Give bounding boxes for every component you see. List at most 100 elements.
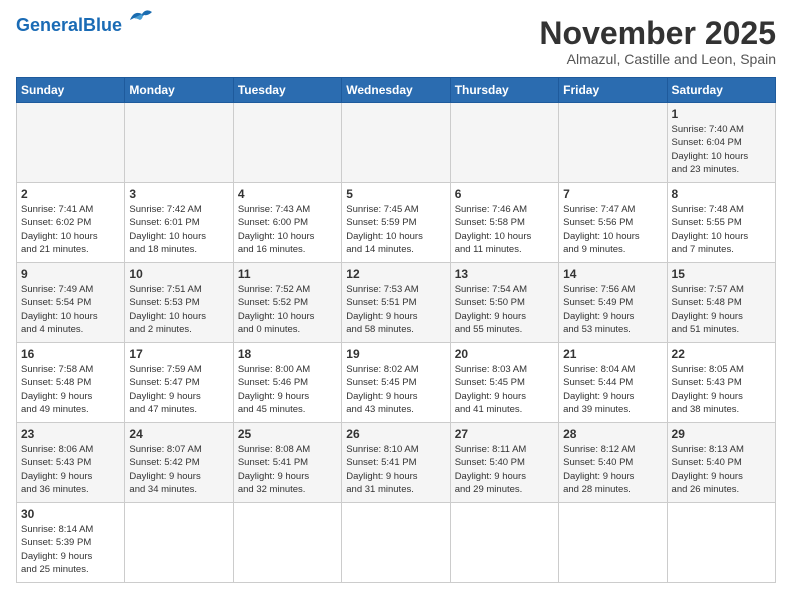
week-row-6: 30 Sunrise: 8:14 AM Sunset: 5:39 PM Dayli… xyxy=(17,503,776,583)
week-row-1: 1 Sunrise: 7:40 AM Sunset: 6:04 PM Daylig… xyxy=(17,103,776,183)
calendar-cell: 4 Sunrise: 7:43 AM Sunset: 6:00 PM Daylig… xyxy=(233,183,341,263)
day-number: 19 xyxy=(346,347,445,361)
calendar-cell: 19Sunrise: 8:02 AM Sunset: 5:45 PM Dayli… xyxy=(342,343,450,423)
day-number: 23 xyxy=(21,427,120,441)
week-row-4: 16 Sunrise: 7:58 AM Sunset: 5:48 PM Dayli… xyxy=(17,343,776,423)
day-info: Sunrise: 7:52 AM Sunset: 5:52 PM Dayligh… xyxy=(238,283,337,336)
day-info: Sunrise: 8:12 AM Sunset: 5:40 PM Dayligh… xyxy=(563,443,662,496)
calendar-cell: 15 Sunrise: 7:57 AM Sunset: 5:48 PM Dayli… xyxy=(667,263,775,343)
day-info: Sunrise: 7:48 AM Sunset: 5:55 PM Dayligh… xyxy=(672,203,771,256)
logo-bird-icon xyxy=(126,6,154,28)
day-number: 1 xyxy=(672,107,771,121)
day-number: 4 xyxy=(238,187,337,201)
day-number: 13 xyxy=(455,267,554,281)
calendar-cell: 26 Sunrise: 8:10 AM Sunset: 5:41 PM Dayli… xyxy=(342,423,450,503)
weekday-header-sunday: Sunday xyxy=(17,78,125,103)
logo: GeneralBlue xyxy=(16,16,154,36)
calendar-cell: 5Sunrise: 7:45 AM Sunset: 5:59 PM Daylig… xyxy=(342,183,450,263)
calendar-cell xyxy=(559,103,667,183)
weekday-header-row: SundayMondayTuesdayWednesdayThursdayFrid… xyxy=(17,78,776,103)
calendar-cell xyxy=(233,103,341,183)
day-info: Sunrise: 7:58 AM Sunset: 5:48 PM Dayligh… xyxy=(21,363,120,416)
day-info: Sunrise: 7:56 AM Sunset: 5:49 PM Dayligh… xyxy=(563,283,662,336)
day-number: 18 xyxy=(238,347,337,361)
calendar-cell: 11 Sunrise: 7:52 AM Sunset: 5:52 PM Dayli… xyxy=(233,263,341,343)
calendar-cell: 27Sunrise: 8:11 AM Sunset: 5:40 PM Dayli… xyxy=(450,423,558,503)
day-info: Sunrise: 8:03 AM Sunset: 5:45 PM Dayligh… xyxy=(455,363,554,416)
day-number: 17 xyxy=(129,347,228,361)
calendar-cell: 10 Sunrise: 7:51 AM Sunset: 5:53 PM Dayli… xyxy=(125,263,233,343)
calendar-cell: 6Sunrise: 7:46 AM Sunset: 5:58 PM Daylig… xyxy=(450,183,558,263)
weekday-header-wednesday: Wednesday xyxy=(342,78,450,103)
calendar-cell: 20 Sunrise: 8:03 AM Sunset: 5:45 PM Dayli… xyxy=(450,343,558,423)
day-info: Sunrise: 7:49 AM Sunset: 5:54 PM Dayligh… xyxy=(21,283,120,336)
week-row-5: 23 Sunrise: 8:06 AM Sunset: 5:43 PM Dayli… xyxy=(17,423,776,503)
day-info: Sunrise: 8:04 AM Sunset: 5:44 PM Dayligh… xyxy=(563,363,662,416)
calendar-cell: 16 Sunrise: 7:58 AM Sunset: 5:48 PM Dayli… xyxy=(17,343,125,423)
day-info: Sunrise: 7:53 AM Sunset: 5:51 PM Dayligh… xyxy=(346,283,445,336)
day-number: 11 xyxy=(238,267,337,281)
weekday-header-thursday: Thursday xyxy=(450,78,558,103)
day-number: 6 xyxy=(455,187,554,201)
page-header: GeneralBlue November 2025 Almazul, Casti… xyxy=(16,16,776,67)
day-info: Sunrise: 7:43 AM Sunset: 6:00 PM Dayligh… xyxy=(238,203,337,256)
day-info: Sunrise: 8:10 AM Sunset: 5:41 PM Dayligh… xyxy=(346,443,445,496)
weekday-header-tuesday: Tuesday xyxy=(233,78,341,103)
day-info: Sunrise: 8:00 AM Sunset: 5:46 PM Dayligh… xyxy=(238,363,337,416)
calendar-cell: 1 Sunrise: 7:40 AM Sunset: 6:04 PM Daylig… xyxy=(667,103,775,183)
title-area: November 2025 Almazul, Castille and Leon… xyxy=(539,16,776,67)
day-number: 21 xyxy=(563,347,662,361)
calendar-cell: 13Sunrise: 7:54 AM Sunset: 5:50 PM Dayli… xyxy=(450,263,558,343)
day-info: Sunrise: 8:11 AM Sunset: 5:40 PM Dayligh… xyxy=(455,443,554,496)
day-number: 8 xyxy=(672,187,771,201)
day-number: 28 xyxy=(563,427,662,441)
day-info: Sunrise: 7:57 AM Sunset: 5:48 PM Dayligh… xyxy=(672,283,771,336)
calendar-cell xyxy=(342,103,450,183)
day-info: Sunrise: 8:08 AM Sunset: 5:41 PM Dayligh… xyxy=(238,443,337,496)
day-number: 7 xyxy=(563,187,662,201)
calendar-cell: 17 Sunrise: 7:59 AM Sunset: 5:47 PM Dayli… xyxy=(125,343,233,423)
day-info: Sunrise: 7:51 AM Sunset: 5:53 PM Dayligh… xyxy=(129,283,228,336)
day-number: 29 xyxy=(672,427,771,441)
day-info: Sunrise: 8:07 AM Sunset: 5:42 PM Dayligh… xyxy=(129,443,228,496)
calendar-cell: 2Sunrise: 7:41 AM Sunset: 6:02 PM Daylig… xyxy=(17,183,125,263)
day-number: 24 xyxy=(129,427,228,441)
weekday-header-friday: Friday xyxy=(559,78,667,103)
day-info: Sunrise: 7:45 AM Sunset: 5:59 PM Dayligh… xyxy=(346,203,445,256)
calendar-cell: 24 Sunrise: 8:07 AM Sunset: 5:42 PM Dayli… xyxy=(125,423,233,503)
day-info: Sunrise: 7:59 AM Sunset: 5:47 PM Dayligh… xyxy=(129,363,228,416)
calendar-cell xyxy=(342,503,450,583)
calendar-cell xyxy=(125,103,233,183)
calendar-cell xyxy=(233,503,341,583)
day-info: Sunrise: 7:41 AM Sunset: 6:02 PM Dayligh… xyxy=(21,203,120,256)
calendar-cell: 21 Sunrise: 8:04 AM Sunset: 5:44 PM Dayli… xyxy=(559,343,667,423)
day-number: 25 xyxy=(238,427,337,441)
day-info: Sunrise: 8:13 AM Sunset: 5:40 PM Dayligh… xyxy=(672,443,771,496)
calendar-table: SundayMondayTuesdayWednesdayThursdayFrid… xyxy=(16,77,776,583)
calendar-cell: 25 Sunrise: 8:08 AM Sunset: 5:41 PM Dayli… xyxy=(233,423,341,503)
calendar-cell: 23 Sunrise: 8:06 AM Sunset: 5:43 PM Dayli… xyxy=(17,423,125,503)
week-row-2: 2Sunrise: 7:41 AM Sunset: 6:02 PM Daylig… xyxy=(17,183,776,263)
week-row-3: 9 Sunrise: 7:49 AM Sunset: 5:54 PM Daylig… xyxy=(17,263,776,343)
day-number: 14 xyxy=(563,267,662,281)
weekday-header-saturday: Saturday xyxy=(667,78,775,103)
day-number: 15 xyxy=(672,267,771,281)
day-number: 3 xyxy=(129,187,228,201)
day-number: 10 xyxy=(129,267,228,281)
calendar-cell: 28 Sunrise: 8:12 AM Sunset: 5:40 PM Dayli… xyxy=(559,423,667,503)
day-number: 30 xyxy=(21,507,120,521)
day-info: Sunrise: 7:47 AM Sunset: 5:56 PM Dayligh… xyxy=(563,203,662,256)
day-info: Sunrise: 7:40 AM Sunset: 6:04 PM Dayligh… xyxy=(672,123,771,176)
calendar-cell: 18 Sunrise: 8:00 AM Sunset: 5:46 PM Dayli… xyxy=(233,343,341,423)
calendar-cell: 3Sunrise: 7:42 AM Sunset: 6:01 PM Daylig… xyxy=(125,183,233,263)
day-number: 20 xyxy=(455,347,554,361)
calendar-cell xyxy=(450,103,558,183)
day-info: Sunrise: 8:14 AM Sunset: 5:39 PM Dayligh… xyxy=(21,523,120,576)
day-info: Sunrise: 8:06 AM Sunset: 5:43 PM Dayligh… xyxy=(21,443,120,496)
day-number: 16 xyxy=(21,347,120,361)
calendar-cell xyxy=(450,503,558,583)
calendar-cell: 30 Sunrise: 8:14 AM Sunset: 5:39 PM Dayli… xyxy=(17,503,125,583)
day-number: 9 xyxy=(21,267,120,281)
day-number: 26 xyxy=(346,427,445,441)
calendar-cell: 22Sunrise: 8:05 AM Sunset: 5:43 PM Dayli… xyxy=(667,343,775,423)
